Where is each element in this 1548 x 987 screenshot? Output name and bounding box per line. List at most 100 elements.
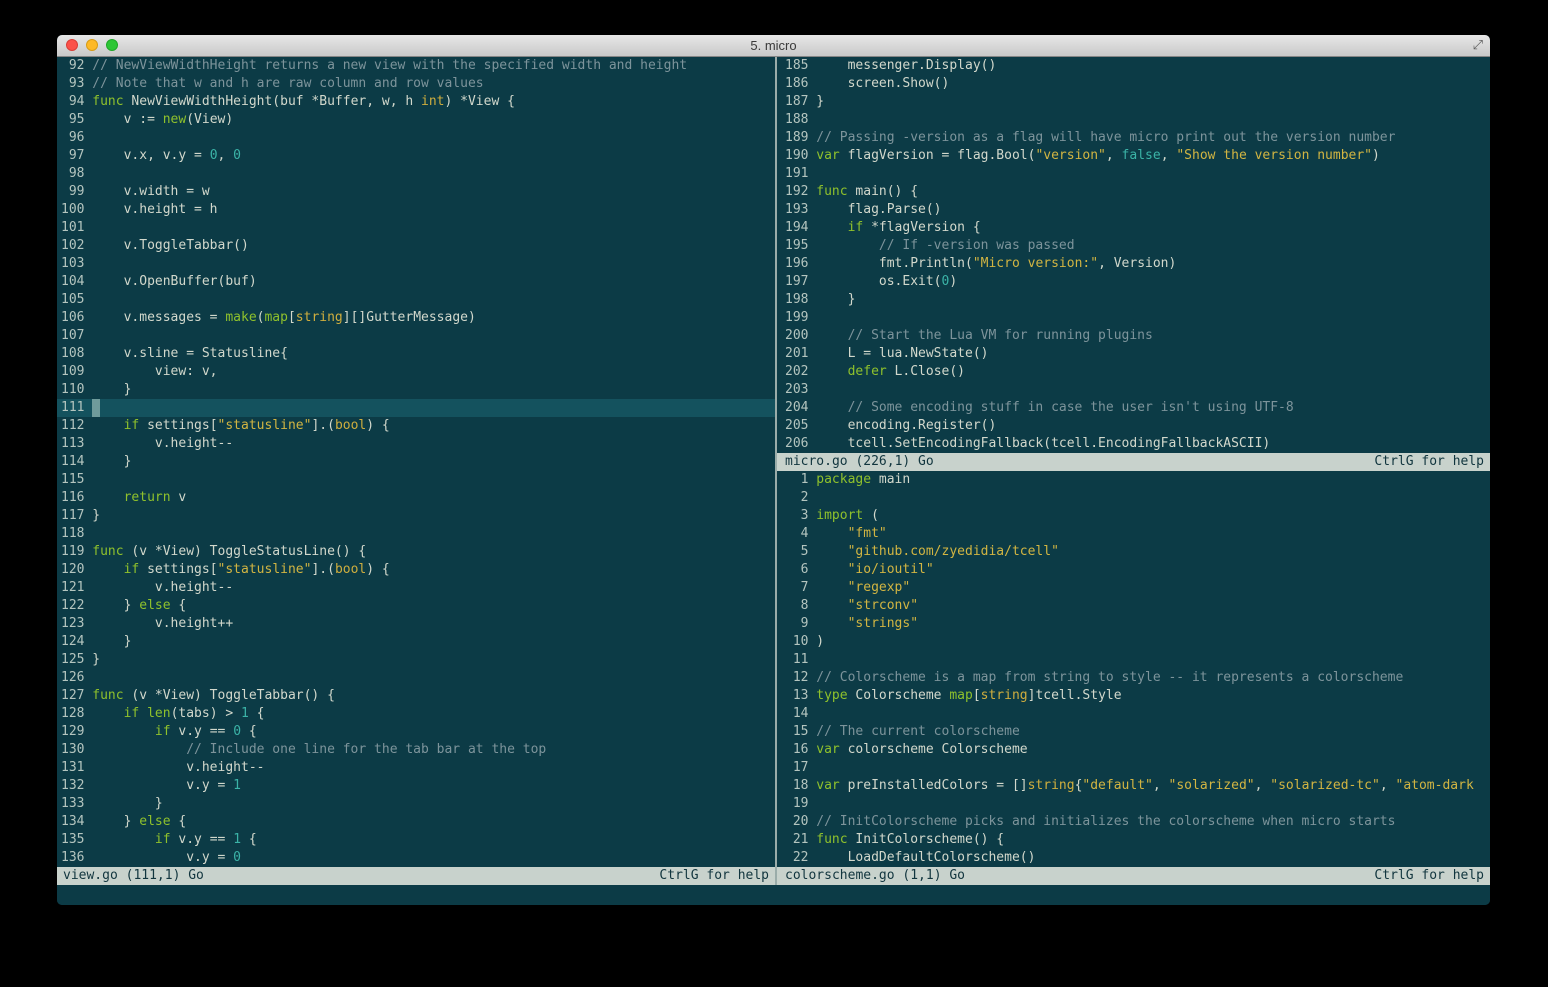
code-line[interactable]: 197 os.Exit(0)	[777, 273, 1490, 291]
code-line[interactable]: 19	[777, 795, 1490, 813]
code-line[interactable]: 114 }	[57, 453, 775, 471]
code-line[interactable]: 187}	[777, 93, 1490, 111]
code-line[interactable]: 107	[57, 327, 775, 345]
code-area-view-go[interactable]: 92// NewViewWidthHeight returns a new vi…	[57, 57, 775, 867]
code-line[interactable]: 126	[57, 669, 775, 687]
code-line[interactable]: 6 "io/ioutil"	[777, 561, 1490, 579]
gutter-line-number: 194	[785, 219, 808, 237]
code-line[interactable]: 194 if *flagVersion {	[777, 219, 1490, 237]
code-line[interactable]: 129 if v.y == 0 {	[57, 723, 775, 741]
code-line[interactable]: 106 v.messages = make(map[string][]Gutte…	[57, 309, 775, 327]
code-line[interactable]: 2	[777, 489, 1490, 507]
code-line[interactable]: 9 "strings"	[777, 615, 1490, 633]
code-line[interactable]: 198 }	[777, 291, 1490, 309]
code-line[interactable]: 112 if settings["statusline"].(bool) {	[57, 417, 775, 435]
code-line[interactable]: 15// The current colorscheme	[777, 723, 1490, 741]
command-bar[interactable]	[57, 885, 1490, 905]
code-line[interactable]: 111	[57, 399, 775, 417]
code-line[interactable]: 110 }	[57, 381, 775, 399]
code-line[interactable]: 97 v.x, v.y = 0, 0	[57, 147, 775, 165]
code-line[interactable]: 195 // If -version was passed	[777, 237, 1490, 255]
code-line[interactable]: 119func (v *View) ToggleStatusLine() {	[57, 543, 775, 561]
code-line[interactable]: 199	[777, 309, 1490, 327]
gutter-line-number: 112	[61, 417, 84, 435]
code-line[interactable]: 8 "strconv"	[777, 597, 1490, 615]
code-line[interactable]: 193 flag.Parse()	[777, 201, 1490, 219]
code-line[interactable]: 16var colorscheme Colorscheme	[777, 741, 1490, 759]
code-line[interactable]: 186 screen.Show()	[777, 75, 1490, 93]
code-line[interactable]: 131 v.height--	[57, 759, 775, 777]
code-line[interactable]: 99 v.width = w	[57, 183, 775, 201]
code-line[interactable]: 95 v := new(View)	[57, 111, 775, 129]
code-line[interactable]: 200 // Start the Lua VM for running plug…	[777, 327, 1490, 345]
code-line[interactable]: 136 v.y = 0	[57, 849, 775, 867]
code-line[interactable]: 100 v.height = h	[57, 201, 775, 219]
code-line[interactable]: 104 v.OpenBuffer(buf)	[57, 273, 775, 291]
code-line[interactable]: 5 "github.com/zyedidia/tcell"	[777, 543, 1490, 561]
code-text: LoadDefaultColorscheme()	[816, 849, 1490, 867]
code-text: "github.com/zyedidia/tcell"	[816, 543, 1490, 561]
code-line[interactable]: 132 v.y = 1	[57, 777, 775, 795]
code-line[interactable]: 17	[777, 759, 1490, 777]
code-line[interactable]: 204 // Some encoding stuff in case the u…	[777, 399, 1490, 417]
code-line[interactable]: 205 encoding.Register()	[777, 417, 1490, 435]
code-line[interactable]: 92// NewViewWidthHeight returns a new vi…	[57, 57, 775, 75]
code-area-micro-go[interactable]: 185 messenger.Display()186 screen.Show()…	[777, 57, 1490, 453]
code-line[interactable]: 109 view: v,	[57, 363, 775, 381]
code-line[interactable]: 98	[57, 165, 775, 183]
code-line[interactable]: 93// Note that w and h are raw column an…	[57, 75, 775, 93]
code-line[interactable]: 121 v.height--	[57, 579, 775, 597]
code-line[interactable]: 21func InitColorscheme() {	[777, 831, 1490, 849]
code-line[interactable]: 116 return v	[57, 489, 775, 507]
code-line[interactable]: 135 if v.y == 1 {	[57, 831, 775, 849]
code-line[interactable]: 125}	[57, 651, 775, 669]
code-line[interactable]: 113 v.height--	[57, 435, 775, 453]
code-line[interactable]: 133 }	[57, 795, 775, 813]
code-line[interactable]: 108 v.sline = Statusline{	[57, 345, 775, 363]
code-line[interactable]: 94func NewViewWidthHeight(buf *Buffer, w…	[57, 93, 775, 111]
window-titlebar[interactable]: 5. micro ⤢	[57, 35, 1490, 57]
code-line[interactable]: 188	[777, 111, 1490, 129]
gutter-line-number: 195	[785, 237, 808, 255]
code-line[interactable]: 3import (	[777, 507, 1490, 525]
code-line[interactable]: 103	[57, 255, 775, 273]
code-line[interactable]: 196 fmt.Println("Micro version:", Versio…	[777, 255, 1490, 273]
code-line[interactable]: 105	[57, 291, 775, 309]
code-line[interactable]: 7 "regexp"	[777, 579, 1490, 597]
code-line[interactable]: 203	[777, 381, 1490, 399]
code-line[interactable]: 22 LoadDefaultColorscheme()	[777, 849, 1490, 867]
code-line[interactable]: 124 }	[57, 633, 775, 651]
code-line[interactable]: 11	[777, 651, 1490, 669]
code-line[interactable]: 134 } else {	[57, 813, 775, 831]
code-line[interactable]: 127func (v *View) ToggleTabbar() {	[57, 687, 775, 705]
code-line[interactable]: 101	[57, 219, 775, 237]
code-line[interactable]: 10)	[777, 633, 1490, 651]
code-line[interactable]: 189// Passing -version as a flag will ha…	[777, 129, 1490, 147]
code-line[interactable]: 185 messenger.Display()	[777, 57, 1490, 75]
code-line[interactable]: 191	[777, 165, 1490, 183]
code-line[interactable]: 128 if len(tabs) > 1 {	[57, 705, 775, 723]
code-line[interactable]: 18var preInstalledColors = []string{"def…	[777, 777, 1490, 795]
code-line[interactable]: 4 "fmt"	[777, 525, 1490, 543]
code-line[interactable]: 206 tcell.SetEncodingFallback(tcell.Enco…	[777, 435, 1490, 453]
code-line[interactable]: 202 defer L.Close()	[777, 363, 1490, 381]
code-line[interactable]: 123 v.height++	[57, 615, 775, 633]
code-line[interactable]: 201 L = lua.NewState()	[777, 345, 1490, 363]
code-area-colorscheme-go[interactable]: 1package main23import (4 "fmt"5 "github.…	[777, 471, 1490, 867]
code-line[interactable]: 122 } else {	[57, 597, 775, 615]
code-line[interactable]: 14	[777, 705, 1490, 723]
code-line[interactable]: 190var flagVersion = flag.Bool("version"…	[777, 147, 1490, 165]
code-line[interactable]: 192func main() {	[777, 183, 1490, 201]
code-line[interactable]: 120 if settings["statusline"].(bool) {	[57, 561, 775, 579]
code-line[interactable]: 13type Colorscheme map[string]tcell.Styl…	[777, 687, 1490, 705]
code-line[interactable]: 130 // Include one line for the tab bar …	[57, 741, 775, 759]
code-line[interactable]: 117}	[57, 507, 775, 525]
code-line[interactable]: 96	[57, 129, 775, 147]
code-line[interactable]: 115	[57, 471, 775, 489]
code-line[interactable]: 1package main	[777, 471, 1490, 489]
resize-icon[interactable]: ⤢	[1473, 37, 1483, 53]
code-line[interactable]: 102 v.ToggleTabbar()	[57, 237, 775, 255]
code-line[interactable]: 20// InitColorscheme picks and initializ…	[777, 813, 1490, 831]
code-line[interactable]: 12// Colorscheme is a map from string to…	[777, 669, 1490, 687]
code-line[interactable]: 118	[57, 525, 775, 543]
